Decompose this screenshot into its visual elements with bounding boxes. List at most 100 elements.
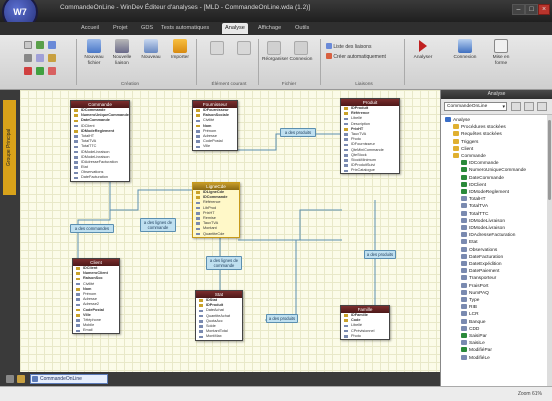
entity-field[interactable]: QuantiteCde	[193, 232, 239, 237]
tree-item[interactable]: Commande	[453, 153, 486, 160]
tree-item[interactable]: Client	[453, 145, 473, 153]
entity-famille[interactable]: Famille IDFamille Code Libellé CPrévisionne…	[340, 305, 390, 340]
tree-item[interactable]: CDD	[461, 325, 479, 333]
tab-gds[interactable]: GDS	[138, 23, 156, 34]
current-element-button[interactable]	[202, 41, 232, 57]
entity-client[interactable]: Client IDClient NumeroClient RaisonSoc Civi…	[72, 258, 120, 335]
new-button[interactable]: Nouveau	[138, 39, 164, 61]
relation-client-commande[interactable]: a des commandes	[70, 224, 114, 233]
tree-item[interactable]: TotalTTC	[461, 210, 488, 218]
tree-item[interactable]: DateExpédition	[461, 261, 502, 268]
layout-button[interactable]: Mise en forme	[486, 39, 516, 66]
new-file-button[interactable]: Nouveau fichier	[80, 39, 108, 66]
cut-icon[interactable]	[24, 54, 32, 62]
entity-field[interactable]: Photo	[341, 334, 389, 339]
entity-stat[interactable]: Stat IDStat IDProduit DateAchat QuantiteAch…	[195, 290, 243, 341]
tree-item[interactable]: LCR	[461, 311, 479, 318]
panel-refresh-icon[interactable]	[537, 102, 547, 111]
panel-scrollbar[interactable]	[547, 115, 552, 386]
tree-item[interactable]: Analyse	[445, 117, 470, 124]
zoom-level[interactable]: Zoom 61%	[518, 391, 542, 397]
entity-produit[interactable]: Produit IDProduit Référence Libellé Descrip…	[340, 98, 400, 175]
tree-item[interactable]: SaisiLe	[461, 340, 485, 347]
tree-item[interactable]: DatePaiement	[461, 268, 499, 275]
entity-field[interactable]: PrixCatalogue	[341, 168, 399, 173]
tab-affichage[interactable]: Affichage	[255, 23, 284, 34]
entity-field[interactable]: DateFacturation	[71, 175, 129, 180]
tree-item[interactable]: DateCommande	[461, 174, 504, 182]
tree-item[interactable]: IDModeReglement	[461, 189, 509, 196]
tree-item[interactable]: IDAdresseFacturation	[461, 232, 515, 239]
page-icon[interactable]	[24, 41, 32, 49]
tree-item[interactable]: Triggers	[453, 138, 478, 146]
tree-item[interactable]: IDModeLivraison	[461, 217, 505, 225]
doc-tab-commandeonline[interactable]: CommandeOnLine	[30, 374, 108, 384]
tree-item[interactable]: FraisPort	[461, 282, 488, 290]
tree-item[interactable]: IDClient	[461, 181, 486, 189]
panel-filter-icon[interactable]	[511, 102, 521, 111]
arrow-icon[interactable]	[48, 41, 56, 49]
group-principal-tab[interactable]: Groupe Principal	[3, 100, 16, 195]
redo-icon[interactable]	[36, 67, 44, 75]
analysis-tree[interactable]: Analyse Procédures stockées Requêtes stock…	[441, 115, 552, 386]
entity-fournisseur[interactable]: Fournisseur IDFournisseur RaisonSociale Ci…	[192, 100, 238, 151]
tree-item[interactable]: Banque	[461, 318, 486, 326]
entity-commande[interactable]: Commande IDCommande NumeroUniqueCommande D…	[70, 100, 130, 182]
tree-item[interactable]: Transporteur	[461, 275, 496, 282]
import-button[interactable]: Importer	[166, 39, 194, 61]
tab-projet[interactable]: Projet	[110, 23, 131, 34]
check-icon[interactable]	[36, 41, 44, 49]
entity-field[interactable]: Ville	[193, 144, 237, 149]
tree-item-label: TotalHT	[469, 197, 486, 203]
pin-icon[interactable]	[17, 375, 25, 383]
tree-item[interactable]: IDModeLivraison	[461, 225, 505, 232]
relation-commande-lignes[interactable]: a des lignes de commande	[140, 218, 176, 232]
home-icon[interactable]	[6, 375, 14, 383]
connexion-button[interactable]: Connexion	[448, 39, 482, 61]
properties-button[interactable]	[232, 41, 256, 57]
minimize-button[interactable]: –	[512, 4, 525, 15]
tree-item[interactable]: SaisiPar	[461, 333, 487, 340]
maximize-button[interactable]: □	[525, 4, 538, 15]
relation-stat-produit[interactable]: a des produits	[266, 314, 298, 323]
tree-item[interactable]: Procédures stockées	[453, 124, 506, 131]
tree-item[interactable]: ModifiéLe	[461, 354, 490, 362]
relation-ligne-produit[interactable]: a des lignes de commande	[206, 256, 242, 270]
tree-item[interactable]: DateFacturation	[461, 253, 503, 261]
copy-icon[interactable]	[36, 54, 44, 62]
scrollbar-thumb[interactable]	[548, 120, 551, 200]
tab-tests[interactable]: Tests automatiques	[158, 23, 212, 34]
paste-icon[interactable]	[48, 54, 56, 62]
diagram-canvas[interactable]: Commande IDCommande NumeroUniqueCommande D…	[20, 90, 440, 372]
tree-item[interactable]: NumeroUniqueCommande	[461, 167, 526, 174]
tree-item[interactable]: TotalHT	[461, 196, 486, 203]
analyze-button[interactable]: Analyser	[408, 39, 438, 61]
tree-item[interactable]: Requêtes stockées	[453, 131, 502, 138]
tree-item[interactable]: IDCommande	[461, 160, 499, 167]
tree-item[interactable]: RIB	[461, 304, 477, 311]
reorganize-button[interactable]: Réorganiser	[262, 41, 288, 63]
tab-accueil[interactable]: Accueil	[78, 23, 102, 34]
list-links-item[interactable]: Liste des liaisons	[326, 43, 371, 50]
tree-item[interactable]: Etat	[461, 239, 478, 246]
relation-famille-produit[interactable]: a des produits	[364, 250, 396, 259]
close-button[interactable]: ×	[538, 4, 550, 15]
tree-item[interactable]: ModifiéPar	[461, 347, 492, 354]
analysis-combo[interactable]: CommandeOnLine	[444, 102, 507, 111]
entity-field[interactable]: Email	[73, 328, 119, 333]
relation-fournisseur-produit[interactable]: a des produits	[280, 128, 316, 137]
tab-outils[interactable]: Outils	[292, 23, 312, 34]
tree-item[interactable]: Observations	[461, 246, 497, 254]
conn-link-button[interactable]: Connexion	[288, 41, 314, 63]
delete-icon[interactable]	[48, 67, 56, 75]
entity-lignecde[interactable]: LigneCde IDLigneCde IDCommande Référence Li…	[192, 182, 240, 238]
undo-icon[interactable]	[24, 67, 32, 75]
tree-item[interactable]: Type	[461, 297, 479, 304]
panel-options-icon[interactable]	[524, 102, 534, 111]
tree-item[interactable]: NumPAQ	[461, 289, 489, 297]
tree-item[interactable]: TotalTVA	[461, 203, 488, 210]
entity-field[interactable]: MontMax	[196, 334, 242, 339]
auto-create-item[interactable]: Créer automatiquement	[326, 53, 386, 60]
new-link-button[interactable]: Nouvelle liaison	[108, 39, 136, 66]
tab-analyse[interactable]: Analyse	[222, 23, 248, 34]
